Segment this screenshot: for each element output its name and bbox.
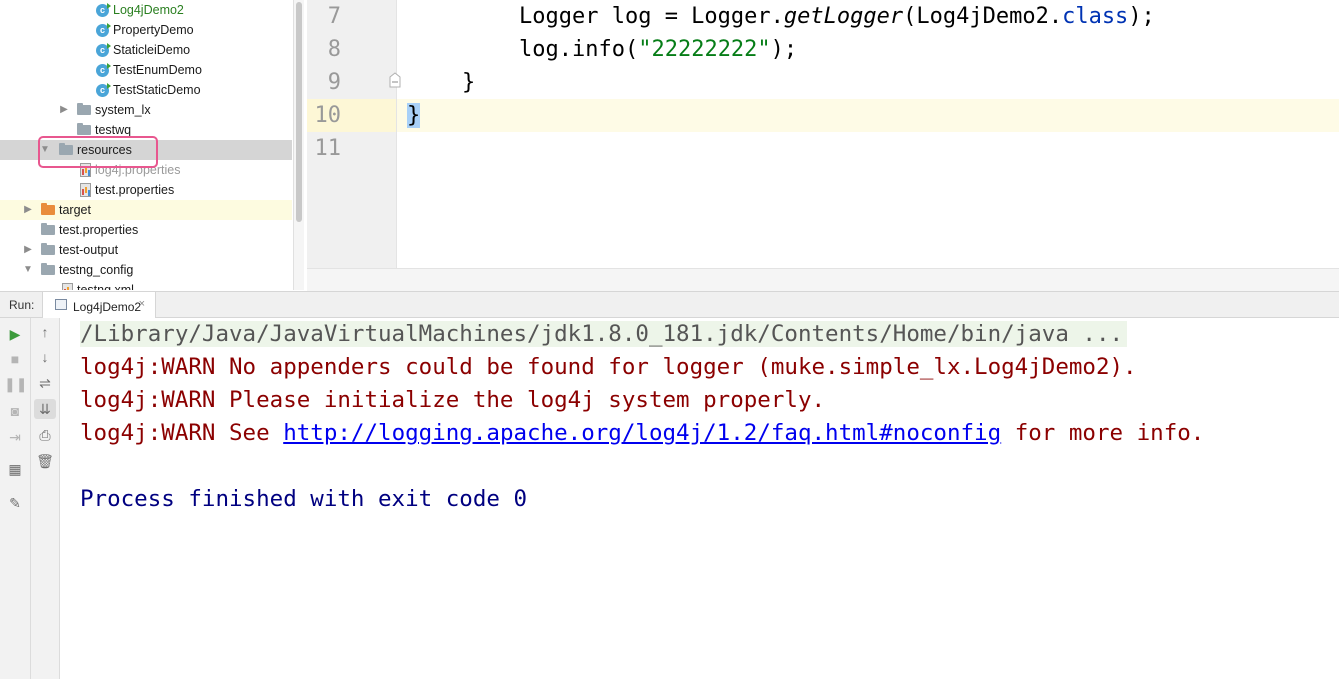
file-icon [41, 223, 55, 235]
pin-icon[interactable]: ✎ [4, 493, 26, 513]
tree-item-label: TestEnumDemo [113, 63, 202, 77]
current-line-highlight [307, 99, 1339, 132]
code-editor[interactable]: 7 8 9 10 11 Logger log = Logger.getLogge… [307, 0, 1339, 291]
folder-icon [41, 263, 55, 275]
console-line-warn: log4j:WARN No appenders could be found f… [80, 354, 1137, 380]
tree-item-label: test-output [59, 243, 119, 257]
line-number: 10 [314, 103, 342, 128]
tree-item-label: TestStaticDemo [113, 83, 201, 97]
tree-item-test-properties-root[interactable]: test.properties [0, 220, 292, 240]
java-class-icon: c [96, 62, 111, 77]
code-token: ); [1128, 4, 1155, 29]
tree-item-staticleidemo[interactable]: c StaticleiDemo [0, 40, 292, 60]
code-token-keyword: class [1062, 4, 1129, 29]
code-token-string: "22222222" [638, 37, 771, 62]
run-config-icon [55, 299, 67, 310]
java-class-icon: c [96, 2, 111, 17]
print-icon[interactable]: ⎙ [34, 425, 56, 445]
folder-icon [41, 243, 55, 255]
java-class-icon: c [96, 42, 111, 57]
code-token: (Log4jDemo2. [903, 4, 1063, 29]
trash-icon[interactable]: 🗑 [34, 451, 56, 471]
package-icon [77, 103, 91, 115]
project-tree: c Log4jDemo2 c PropertyDemo c StaticleiD… [0, 0, 292, 290]
code-token: log.info( [519, 37, 639, 62]
chevron-down-icon[interactable]: ▼ [23, 260, 33, 280]
soft-wrap-icon[interactable]: ⇌ [34, 373, 56, 393]
scroll-to-end-icon[interactable]: ⇊ [34, 399, 56, 419]
line-number: 8 [327, 37, 341, 62]
java-class-icon: c [96, 22, 111, 37]
code-token-method: getLogger [783, 4, 904, 29]
run-toolbar-left: ▶ ■ ❚❚ ◙ ⇥ ▦ ✎ [0, 318, 31, 679]
camera-icon[interactable]: ◙ [4, 401, 26, 421]
exit-icon[interactable]: ⇥ [4, 427, 26, 447]
tree-item-log4jdemo2[interactable]: c Log4jDemo2 [0, 0, 292, 20]
scrollbar-thumb[interactable] [296, 2, 302, 222]
console-line-warn: log4j:WARN Please initialize the log4j s… [80, 387, 826, 413]
tree-item-propertydemo[interactable]: c PropertyDemo [0, 20, 292, 40]
fold-marker-icon[interactable] [389, 72, 401, 88]
tree-item-label: target [59, 203, 91, 217]
xml-file-icon [62, 283, 73, 290]
tree-item-testenumdemo[interactable]: c TestEnumDemo [0, 60, 292, 80]
gutter-divider [396, 0, 397, 268]
up-arrow-icon[interactable]: ↑ [34, 322, 56, 342]
matched-brace: } [407, 103, 421, 128]
console-text: for more info. [1001, 420, 1205, 446]
code-token: Logger log = Logger. [519, 4, 784, 29]
run-tab-log4jdemo2[interactable]: Log4jDemo2 × [42, 292, 157, 318]
chevron-right-icon[interactable]: ▶ [23, 200, 33, 220]
code-line-10[interactable]: } [407, 99, 421, 132]
tree-item-system-lx[interactable]: ▶ system_lx [0, 100, 292, 120]
tree-item-label: StaticleiDemo [113, 43, 191, 57]
run-toolbar-right: ↑ ↓ ⇌ ⇊ ⎙ 🗑 [31, 318, 60, 679]
run-icon[interactable]: ▶ [4, 324, 26, 344]
console-line-exit: Process finished with exit code 0 [80, 486, 528, 512]
console-output[interactable]: /Library/Java/JavaVirtualMachines/jdk1.8… [60, 318, 1339, 679]
code-line-8[interactable]: log.info("22222222"); [519, 33, 797, 66]
folder-icon [41, 203, 55, 215]
run-tool-header: Run: Log4jDemo2 × [0, 291, 1339, 318]
code-token: ); [770, 37, 798, 62]
line-number: 11 [314, 136, 342, 161]
tree-item-target[interactable]: ▶ target [0, 200, 292, 220]
editor-bottom-bar [307, 268, 1339, 291]
stop-icon[interactable]: ■ [4, 349, 26, 369]
tree-item-teststaticdemo[interactable]: c TestStaticDemo [0, 80, 292, 100]
tree-item-label: testng_config [59, 263, 134, 277]
tree-item-testng-config[interactable]: ▼ testng_config [0, 260, 292, 280]
tree-item-label: test.properties [59, 223, 139, 237]
console-command-text: /Library/Java/JavaVirtualMachines/jdk1.8… [80, 321, 1128, 347]
close-tab-icon[interactable]: × [139, 298, 145, 310]
run-tab-label: Log4jDemo2 [73, 300, 142, 314]
chevron-right-icon[interactable]: ▶ [23, 240, 33, 260]
tree-item-label: PropertyDemo [113, 23, 194, 37]
tree-item-label: test.properties [95, 183, 175, 197]
console-text: log4j:WARN See [80, 420, 284, 446]
tree-item-test-properties[interactable]: test.properties [0, 180, 292, 200]
line-number: 7 [327, 4, 341, 29]
layout-icon[interactable]: ▦ [4, 459, 26, 479]
pause-icon[interactable]: ❚❚ [4, 374, 27, 394]
tree-item-label: testng.xml [77, 283, 134, 290]
tree-scrollbar[interactable] [293, 0, 304, 290]
tree-item-test-output[interactable]: ▶ test-output [0, 240, 292, 260]
run-label: Run: [9, 298, 35, 312]
java-class-icon: c [96, 82, 111, 97]
chevron-right-icon[interactable]: ▶ [59, 100, 69, 120]
properties-file-icon [80, 183, 91, 197]
tree-item-label: Log4jDemo2 [113, 3, 184, 17]
code-line-9[interactable]: } [462, 66, 475, 99]
tree-item-testng-xml[interactable]: testng.xml [0, 280, 292, 290]
console-line-command: /Library/Java/JavaVirtualMachines/jdk1.8… [80, 318, 1128, 351]
line-number: 9 [327, 70, 341, 95]
annotation-highlight-box [38, 136, 158, 168]
down-arrow-icon[interactable]: ↓ [34, 347, 56, 367]
console-line-warn: log4j:WARN See http://logging.apache.org… [80, 417, 1204, 450]
package-icon [77, 123, 91, 135]
console-link[interactable]: http://logging.apache.org/log4j/1.2/faq.… [283, 420, 1001, 446]
tree-item-label: system_lx [95, 103, 151, 117]
code-line-7[interactable]: Logger log = Logger.getLogger(Log4jDemo2… [519, 0, 1155, 33]
